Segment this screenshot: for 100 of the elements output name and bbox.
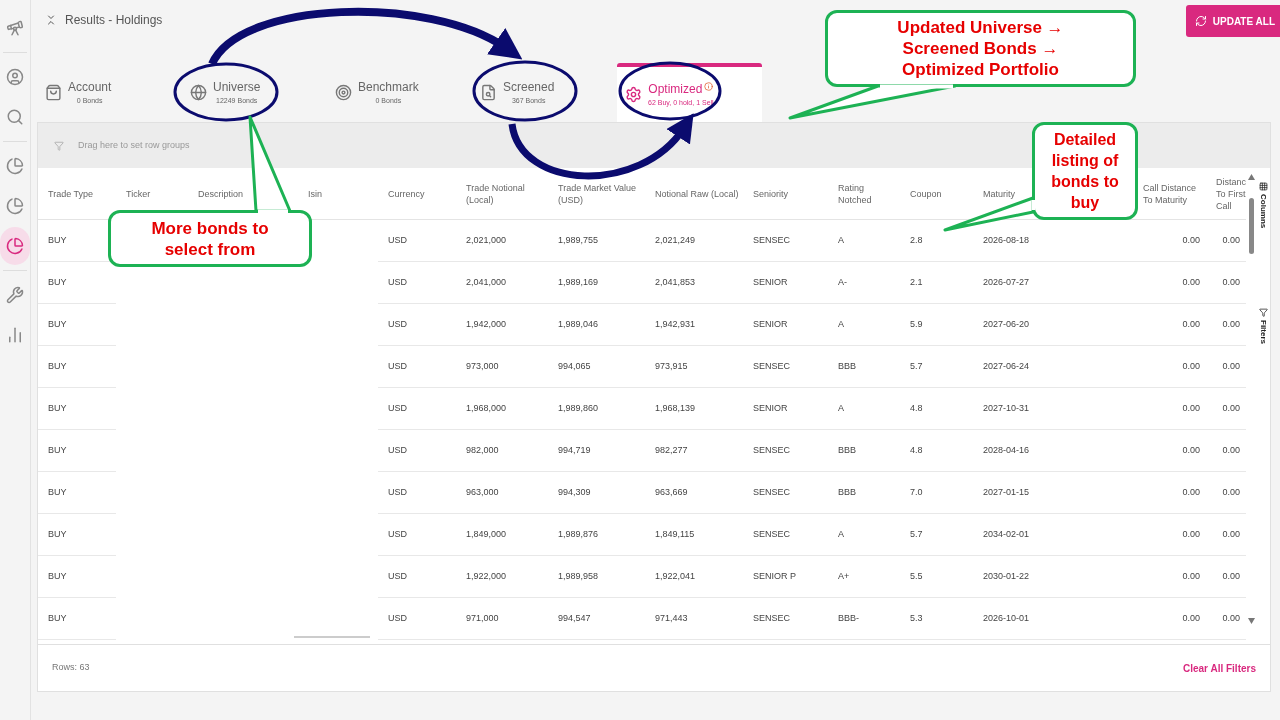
table-cell-text: SENSEC — [753, 359, 790, 373]
table-cell-text: 2027-06-24 — [983, 359, 1030, 373]
telescope-icon — [6, 19, 24, 37]
table-cell-text: 0.00 — [1222, 485, 1240, 499]
sidebar-item[interactable] — [0, 227, 30, 265]
column-header[interactable]: Description — [198, 187, 244, 200]
table-cell-text: 0.00 — [1182, 527, 1200, 541]
table-cell-text: USD — [388, 233, 407, 247]
table-cell-text: 0.00 — [1222, 569, 1240, 583]
gear-icon — [625, 86, 642, 103]
column-header[interactable]: Currency — [388, 187, 425, 200]
scroll-down-icon[interactable] — [1247, 618, 1255, 624]
column-header[interactable]: Maturity — [983, 187, 1015, 200]
bag-icon — [45, 84, 62, 101]
callout-text: bonds to — [1051, 172, 1119, 192]
table-cell-text: 5.3 — [910, 611, 923, 625]
table-cell-text: USD — [388, 359, 407, 373]
table-cell-text: 994,065 — [558, 359, 591, 373]
column-header[interactable]: Trade Market Value (USD) — [558, 181, 643, 206]
table-cell-text: 0.00 — [1222, 233, 1240, 247]
table-cell-text: USD — [388, 275, 407, 289]
column-header[interactable]: Seniority — [753, 187, 788, 200]
column-header[interactable]: Distanc To First Call — [1216, 175, 1246, 212]
side-panel-tab[interactable]: Columns — [1257, 182, 1269, 229]
column-header[interactable]: Rating Notched — [838, 181, 898, 206]
table-cell-text: 0.00 — [1182, 443, 1200, 457]
horizontal-scrollbar[interactable] — [294, 636, 370, 638]
table-cell-text: 0.00 — [1182, 611, 1200, 625]
table-cell-text: 982,000 — [466, 443, 499, 457]
column-header[interactable]: Call Distance To Maturity — [1143, 181, 1204, 206]
table-cell-text: 0.00 — [1222, 401, 1240, 415]
clear-filters-link[interactable]: Clear All Filters — [1183, 660, 1256, 676]
table-cell-text: 994,547 — [558, 611, 591, 625]
table-cell-text: 0.00 — [1182, 275, 1200, 289]
table-cell-text: 0.00 — [1182, 485, 1200, 499]
table-cell-text: 1,922,041 — [655, 569, 696, 583]
table-cell-text: 994,719 — [558, 443, 591, 457]
table-cell-text: 973,000 — [466, 359, 499, 373]
table-cell-text: 0.00 — [1222, 359, 1240, 373]
table-cell-text: 2027-06-20 — [983, 317, 1030, 331]
callout-text: listing of — [1051, 151, 1119, 171]
pie-chart-icon — [6, 237, 24, 255]
table-cell-text: 963,669 — [655, 485, 688, 499]
table-cell-text: 0.00 — [1222, 317, 1240, 331]
target-icon — [335, 84, 352, 101]
table-cell-text: 2026-08-18 — [983, 233, 1030, 247]
table-cell-text: 5.7 — [910, 527, 923, 541]
table-cell-text: BUY — [48, 527, 67, 541]
table-cell-text: 0.00 — [1182, 359, 1200, 373]
search-icon — [6, 108, 24, 126]
table-cell-text: 2026-07-27 — [983, 275, 1030, 289]
table-cell-text: BBB — [838, 359, 856, 373]
update-all-button[interactable]: UPDATE ALL — [1185, 5, 1280, 37]
table-cell-text: 2.1 — [910, 275, 923, 289]
column-header[interactable]: Coupon — [910, 187, 942, 200]
callout-text: More bonds to — [151, 217, 269, 239]
side-panel-tab[interactable]: Filters — [1257, 308, 1269, 345]
table-cell-text: BUY — [48, 275, 67, 289]
callout-text: Detailed — [1053, 130, 1117, 150]
table-cell-text: 2027-10-31 — [983, 401, 1030, 415]
table-cell-text: BUY — [48, 359, 67, 373]
globe-icon — [190, 84, 207, 101]
table-cell-text: 973,915 — [655, 359, 688, 373]
table-cell-text: BBB — [838, 443, 856, 457]
table-cell-text: USD — [388, 611, 407, 625]
table-cell-text: BUY — [48, 443, 67, 457]
table-cell-text: SENSEC — [753, 443, 790, 457]
table-cell-text: 0.00 — [1222, 611, 1240, 625]
table-cell-text: 4.8 — [910, 401, 923, 415]
table-cell-text: 1,989,860 — [558, 401, 599, 415]
table-cell-text: 1,989,958 — [558, 569, 599, 583]
scroll-up-icon[interactable] — [1247, 174, 1255, 180]
column-header[interactable]: Trade Type — [48, 187, 94, 200]
table-cell-text: 2034-02-01 — [983, 527, 1030, 541]
table-cell-text: 5.7 — [910, 359, 923, 373]
table-cell-text: A+ — [838, 569, 850, 583]
table-cell-text: 0.00 — [1182, 233, 1200, 247]
column-header[interactable]: Notional Raw (Local) — [655, 187, 739, 200]
table-cell-text: 4.8 — [910, 443, 923, 457]
column-header[interactable]: Trade Notional (Local) — [466, 181, 546, 206]
table-cell-text: 994,309 — [558, 485, 591, 499]
table-cell-text: 1,849,115 — [655, 527, 695, 541]
filter-icon — [1258, 308, 1268, 318]
column-header[interactable]: Ticker — [126, 187, 151, 200]
column-header[interactable]: Isin — [308, 187, 322, 200]
table-cell-text: A- — [838, 275, 847, 289]
table-cell-text: 2030-01-22 — [983, 569, 1030, 583]
table-cell-text: 0.00 — [1182, 569, 1200, 583]
table-cell-text: BUY — [48, 401, 67, 415]
columns-icon — [1258, 182, 1268, 191]
table-cell-text: SENIOR — [753, 317, 788, 331]
table-cell-text: SENSEC — [753, 611, 790, 625]
table-cell-text: 971,443 — [655, 611, 688, 625]
info-icon — [704, 81, 714, 91]
table-cell-text: BUY — [48, 317, 67, 331]
table-cell-text: USD — [388, 401, 407, 415]
collapse-icon[interactable] — [45, 14, 57, 26]
table-cell-text: 1,968,000 — [466, 401, 507, 415]
table-cell-text: 1,942,931 — [655, 317, 696, 331]
table-cell-text: 5.5 — [910, 569, 923, 583]
